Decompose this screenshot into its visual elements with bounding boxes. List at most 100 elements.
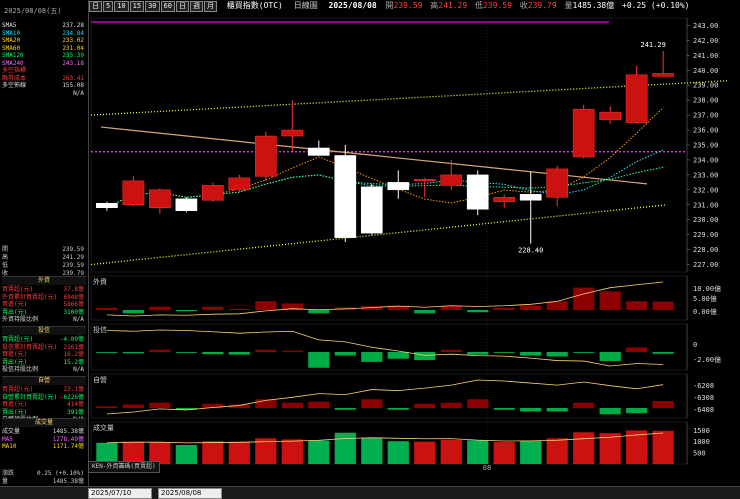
indicator-bar xyxy=(493,307,515,310)
ma-row-value: 231.04 xyxy=(62,44,84,52)
section-row-value: 5866億 xyxy=(63,301,84,308)
indicator-bar xyxy=(175,352,197,353)
section-row: MA5 1278.49億 xyxy=(2,436,86,443)
indicator-bar xyxy=(652,401,674,408)
price-tick-label: 234.00 xyxy=(693,156,718,164)
indicator-bar xyxy=(334,352,356,356)
summary-row-label: 漲跌 xyxy=(2,470,15,477)
date-label-mid: 08 xyxy=(483,464,491,472)
ma-row-label: SMA120 xyxy=(2,52,24,59)
section-row: MA10 1171.74億 xyxy=(2,443,86,450)
section-row-value: -4.09億 xyxy=(59,336,84,343)
summary-row: 漲跌 0.25 (+0.10%) xyxy=(2,470,86,477)
indicator-bar xyxy=(414,310,436,314)
volume-tick-label: 1500 xyxy=(693,427,710,435)
summary-row-value: 0.25 (+0.10%) xyxy=(37,470,84,477)
price-tick-label: 241.00 xyxy=(693,52,718,60)
section-row: 外資累計買賣超(元) 6948億 xyxy=(2,294,86,301)
ohlc-row-label: 高 xyxy=(2,254,9,261)
candle-body xyxy=(599,111,622,120)
end-date-input[interactable]: 2025/08/08 xyxy=(158,488,222,499)
panel-name: 自營 xyxy=(93,375,107,384)
indicator-bar xyxy=(255,301,277,310)
ma-row-value: 233.02 xyxy=(62,37,84,44)
price-tick-label: 235.00 xyxy=(693,142,718,150)
indicator-bar xyxy=(149,349,171,352)
section-row-value: 6948億 xyxy=(63,293,84,301)
indicator-bar xyxy=(122,404,144,408)
indicator-bar xyxy=(467,352,489,355)
volume-bar xyxy=(202,441,224,464)
ma-row: SMA10 234.84 xyxy=(2,30,86,37)
section-row-value: 16.2億 xyxy=(63,351,84,358)
section-row-value: 1278.49億 xyxy=(52,435,84,443)
price-tick-label: 227.00 xyxy=(693,261,718,269)
panel-frame xyxy=(90,17,688,273)
ohlc-row-label: 開 xyxy=(2,246,9,253)
volume-bar xyxy=(281,439,303,464)
section-row-label: 買賣超(元) xyxy=(2,286,34,293)
indicator-bar xyxy=(573,352,595,353)
indicator-bar xyxy=(308,352,330,368)
price-tick-label: 231.00 xyxy=(693,201,718,209)
indicator-bar xyxy=(573,402,595,408)
volume-bar xyxy=(440,439,462,464)
indicator-bar xyxy=(387,408,409,410)
indicator-bar xyxy=(308,401,330,408)
period-button[interactable]: 週 xyxy=(189,1,203,12)
section-row-value: 1485.38億 xyxy=(52,428,84,435)
start-date-input[interactable]: 2025/07/10 xyxy=(88,488,152,499)
candle-body xyxy=(254,135,277,177)
panel-name: 成交量 xyxy=(93,423,114,432)
period-button[interactable]: 5 xyxy=(103,1,114,12)
ma-row-value: 263.41 xyxy=(62,74,84,82)
ma-row-value: 243.18 xyxy=(62,59,84,67)
indicator-bar xyxy=(467,399,489,408)
period-button[interactable]: 60 xyxy=(160,1,175,12)
section-row-value: 37.8億 xyxy=(63,286,84,293)
indicator-bar xyxy=(96,406,118,408)
ohlc-row-value: 239.59 xyxy=(62,246,84,253)
open-label: 開 xyxy=(385,1,394,10)
candle-body xyxy=(493,197,516,203)
indicator-bar xyxy=(281,350,303,352)
indicator-tick-label: -6308 xyxy=(693,394,714,402)
ohlc-row-value: 241.29 xyxy=(62,254,84,261)
period-button[interactable]: 日 xyxy=(89,1,102,12)
section-row-value: 23.1億 xyxy=(63,386,84,393)
volume-bar xyxy=(467,440,489,464)
section-row: 買賣超(元) 37.8億 xyxy=(2,286,86,293)
indicator-bar xyxy=(122,310,144,314)
close-value: 239.79 xyxy=(527,1,557,10)
summary-row: 量 1485.38億 xyxy=(2,478,86,485)
indicator-bar xyxy=(467,310,489,313)
period-button[interactable]: 月 xyxy=(203,1,217,12)
period-button[interactable]: 30 xyxy=(145,1,160,12)
price-tick-label: 238.00 xyxy=(693,97,718,105)
indicator-bar xyxy=(626,408,648,414)
period-button[interactable]: 15 xyxy=(129,1,145,12)
period-button[interactable]: 10 xyxy=(114,1,129,12)
ma-row-label: SMA240 xyxy=(2,59,24,67)
price-tick-label: 236.00 xyxy=(693,127,718,135)
price-tick-label: 242.00 xyxy=(693,37,718,45)
volume-bar xyxy=(308,440,330,464)
ohlc-row-label: 低 xyxy=(2,262,9,269)
main-chart[interactable]: 243.00242.00241.00240.00239.00238.00237.… xyxy=(89,14,740,472)
indicator-bar xyxy=(493,408,515,410)
indicator-bar xyxy=(440,349,462,352)
candle-body xyxy=(625,74,648,123)
section-row-value: 1171.74億 xyxy=(52,443,84,450)
section-row-label: 賣出(元) xyxy=(2,308,28,316)
volume-bar xyxy=(334,432,356,464)
section-row-label: 成交量 xyxy=(2,428,21,435)
section-row-label: 自營累計買賣超(元) xyxy=(2,393,58,401)
volume-bar xyxy=(361,437,383,464)
period-button[interactable]: 日 xyxy=(175,1,189,12)
tab-indicator[interactable]: KEN-外資籌碼(買賣超) xyxy=(88,461,160,473)
indicator-tick-label: -6408 xyxy=(693,406,714,414)
panel-frame xyxy=(90,275,688,321)
panel-name: 外資 xyxy=(93,277,107,286)
ma-row-value: 234.84 xyxy=(62,29,84,37)
section-row-label: 投信持股比例 xyxy=(2,366,39,373)
